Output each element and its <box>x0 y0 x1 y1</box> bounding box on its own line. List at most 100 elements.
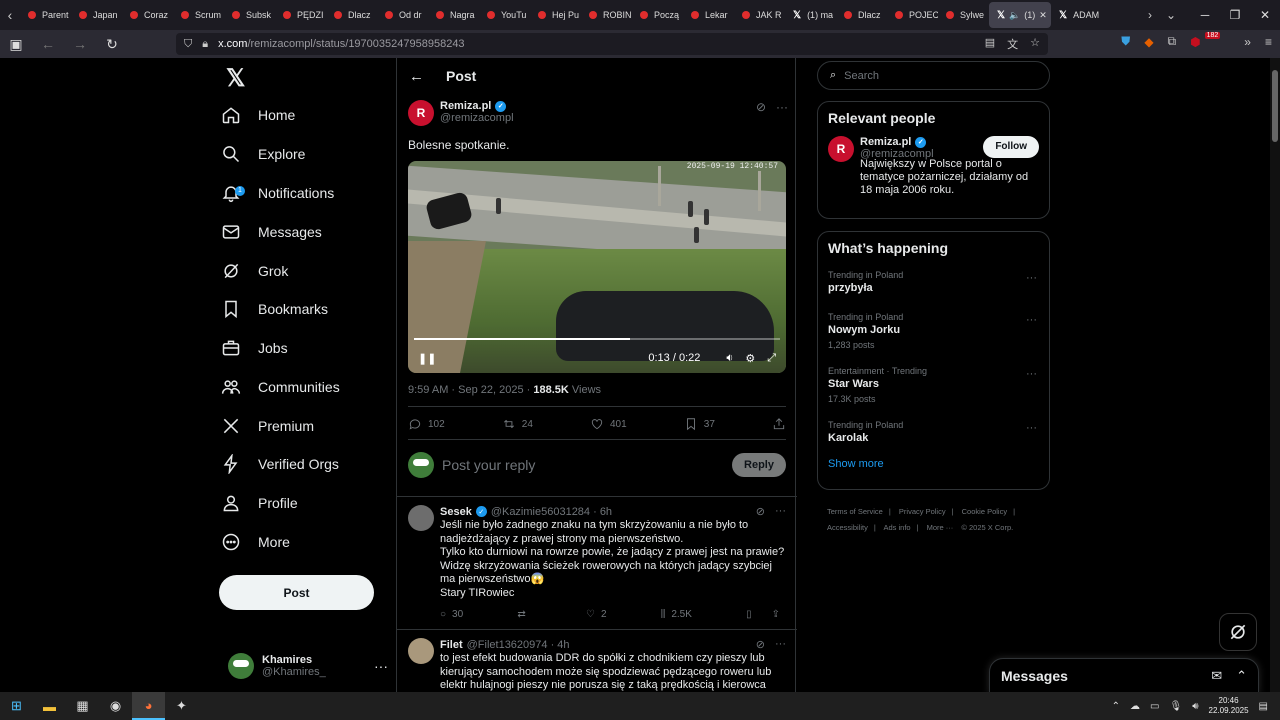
chevron-up-icon[interactable]: ⌃ <box>1236 668 1247 684</box>
list-all-tabs-icon[interactable]: ⌄ <box>1166 8 1176 22</box>
tab[interactable]: Japan <box>71 0 122 30</box>
more-dots-icon[interactable]: ··· <box>776 100 788 114</box>
bookmark-star-icon[interactable]: ☆ <box>1030 36 1040 52</box>
author-avatar[interactable]: R <box>828 136 854 162</box>
tab[interactable]: Scrum <box>173 0 224 30</box>
tab-active[interactable]: 𝕏 🔈 (1) ✕ <box>989 2 1051 28</box>
tab[interactable]: 𝕏 ADAM <box>1051 0 1102 30</box>
tabs-scroll-right-icon[interactable]: › <box>1148 8 1152 22</box>
forward-icon[interactable]: → <box>72 36 88 52</box>
post-button[interactable]: Post <box>219 575 374 610</box>
back-icon[interactable]: ← <box>40 36 56 52</box>
nav-profile[interactable]: Profile <box>218 484 298 522</box>
tab[interactable]: Lekar <box>683 0 734 30</box>
share-action[interactable] <box>772 417 786 431</box>
tab[interactable]: Hej Pu <box>530 0 581 30</box>
tab[interactable]: Nagra <box>428 0 479 30</box>
settings-gear-icon[interactable]: ⚙ <box>745 352 755 365</box>
volume-icon[interactable]: 🔊︎ <box>1192 701 1198 712</box>
show-more-link[interactable]: Show more <box>818 454 1049 480</box>
share-icon[interactable]: ⇪ <box>772 609 780 620</box>
lock-icon[interactable]: 🔒︎ <box>202 38 208 51</box>
comment-author-name[interactable]: Filet <box>440 639 463 651</box>
tab[interactable]: YouTu <box>479 0 530 30</box>
nav-premium[interactable]: Premium <box>218 407 314 445</box>
new-message-icon[interactable]: ✉ <box>1211 668 1222 684</box>
account-switcher[interactable]: Khamires @Khamires_ ··· <box>228 648 388 684</box>
translate-icon[interactable]: 文 <box>1007 36 1018 52</box>
reply-action[interactable]: ○ 30 <box>440 609 463 620</box>
reply-button[interactable]: Reply <box>732 453 786 477</box>
tab[interactable]: Parent <box>20 0 71 30</box>
footer-link[interactable]: Terms of Service <box>827 507 883 516</box>
author-name-row[interactable]: Remiza.pl ✓ <box>440 100 514 112</box>
fox-extension-icon[interactable]: ◆ <box>1144 35 1153 49</box>
more-dots-icon[interactable]: ··· <box>374 658 388 674</box>
comment-author-name[interactable]: Sesek <box>440 506 472 518</box>
windows-start-icon[interactable]: ⊞ <box>0 692 33 720</box>
grok-button[interactable] <box>1219 613 1257 651</box>
comment[interactable]: Sesek ✓ @Kazimie56031284 · 6h ⊘ ··· Jeśli… <box>408 505 786 620</box>
trend-item[interactable]: Trending in Poland Nowym Jorku 1,283 pos… <box>818 310 1049 364</box>
nav-notifications[interactable]: 1 Notifications <box>218 174 334 212</box>
nav-more[interactable]: More <box>218 523 290 561</box>
more-dots-icon[interactable]: ··· <box>1026 368 1037 380</box>
tabs-scroll-left-icon[interactable]: ‹ <box>0 0 20 30</box>
file-explorer-icon[interactable]: ▬ <box>33 692 66 720</box>
more-dots-icon[interactable]: ··· <box>775 638 786 651</box>
back-arrow-icon[interactable]: ← <box>409 68 424 85</box>
more-dots-icon[interactable]: ··· <box>775 505 786 518</box>
comment-author-handle[interactable]: @Kazimie56031284 · 6h <box>491 506 612 518</box>
tab[interactable]: Od dr <box>377 0 428 30</box>
footer-link[interactable]: Accessibility <box>827 523 868 532</box>
follow-button[interactable]: Follow <box>983 136 1039 158</box>
fullscreen-icon[interactable]: ⤢ <box>767 352 776 365</box>
firefox-icon[interactable]: ◕ <box>132 692 165 720</box>
tab[interactable]: Coraz <box>122 0 173 30</box>
nav-communities[interactable]: Communities <box>218 368 340 406</box>
pause-icon[interactable]: ❚❚ <box>418 352 436 365</box>
speaker-icon[interactable]: 🔈 <box>1009 10 1020 21</box>
trend-item[interactable]: Entertainment · Trending Star Wars 17.3K… <box>818 364 1049 418</box>
tab[interactable]: Dlacz <box>326 0 377 30</box>
more-dots-icon[interactable]: ··· <box>1026 272 1037 284</box>
app-icon[interactable]: ▦ <box>66 692 99 720</box>
x-logo-icon[interactable]: 𝕏 <box>226 64 245 93</box>
grok-icon[interactable]: ⊘ <box>756 638 765 651</box>
overflow-icon[interactable]: » <box>1244 35 1251 49</box>
like-action[interactable]: ♡ 2 <box>586 609 607 620</box>
rp-name-row[interactable]: Remiza.pl ✓ <box>860 136 934 148</box>
adblock-icon[interactable]: ⬢ <box>1190 35 1200 49</box>
reader-view-icon[interactable]: ▤ <box>985 36 995 52</box>
tab[interactable]: Począ <box>632 0 683 30</box>
volume-icon[interactable]: 🔉︎ <box>726 352 733 365</box>
search-input[interactable]: ⌕ Search <box>817 61 1050 90</box>
network-icon[interactable]: ▭ <box>1150 701 1159 712</box>
footer-link[interactable]: More ··· <box>927 523 954 532</box>
comment[interactable]: Filet @Filet13620974 · 4h ⊘ ··· to jest e… <box>408 638 786 692</box>
author-handle[interactable]: @remizacompl <box>440 112 514 124</box>
page-scrollbar[interactable] <box>1270 58 1280 692</box>
relevant-person[interactable]: R Remiza.pl ✓ @remizacompl Follow <box>818 126 1049 162</box>
avatar[interactable] <box>408 505 434 531</box>
post-time[interactable]: 9:59 AM · Sep 22, 2025 · <box>408 384 533 396</box>
reload-icon[interactable]: ↻ <box>104 36 120 53</box>
nav-jobs[interactable]: Jobs <box>218 329 288 367</box>
tab[interactable]: POJEC <box>887 0 938 30</box>
comment-author-handle[interactable]: @Filet13620974 · 4h <box>467 639 570 651</box>
repost-action[interactable]: 24 <box>502 417 533 431</box>
tab[interactable]: PĘDZI <box>275 0 326 30</box>
app-icon[interactable]: ✦ <box>165 692 198 720</box>
grok-icon[interactable]: ⊘ <box>756 100 766 114</box>
footer-link[interactable]: Ads info <box>883 523 910 532</box>
shield-icon[interactable]: ⛉ <box>184 38 192 51</box>
video-player[interactable]: 2025-09-19 12:40:57 ❚❚ 0:13 / 0:22 🔉︎ ⚙ … <box>408 161 786 373</box>
tab[interactable]: Dlacz <box>836 0 887 30</box>
video-progress-bar[interactable] <box>414 338 780 340</box>
close-window-icon[interactable]: ✕ <box>1250 0 1280 30</box>
avatar[interactable] <box>408 638 434 664</box>
messages-drawer[interactable]: Messages ✉ ⌃ <box>989 658 1259 692</box>
repost-action[interactable]: ⇄ <box>517 609 531 620</box>
nav-grok[interactable]: Grok <box>218 252 288 290</box>
scrollbar-thumb[interactable] <box>1272 70 1278 142</box>
